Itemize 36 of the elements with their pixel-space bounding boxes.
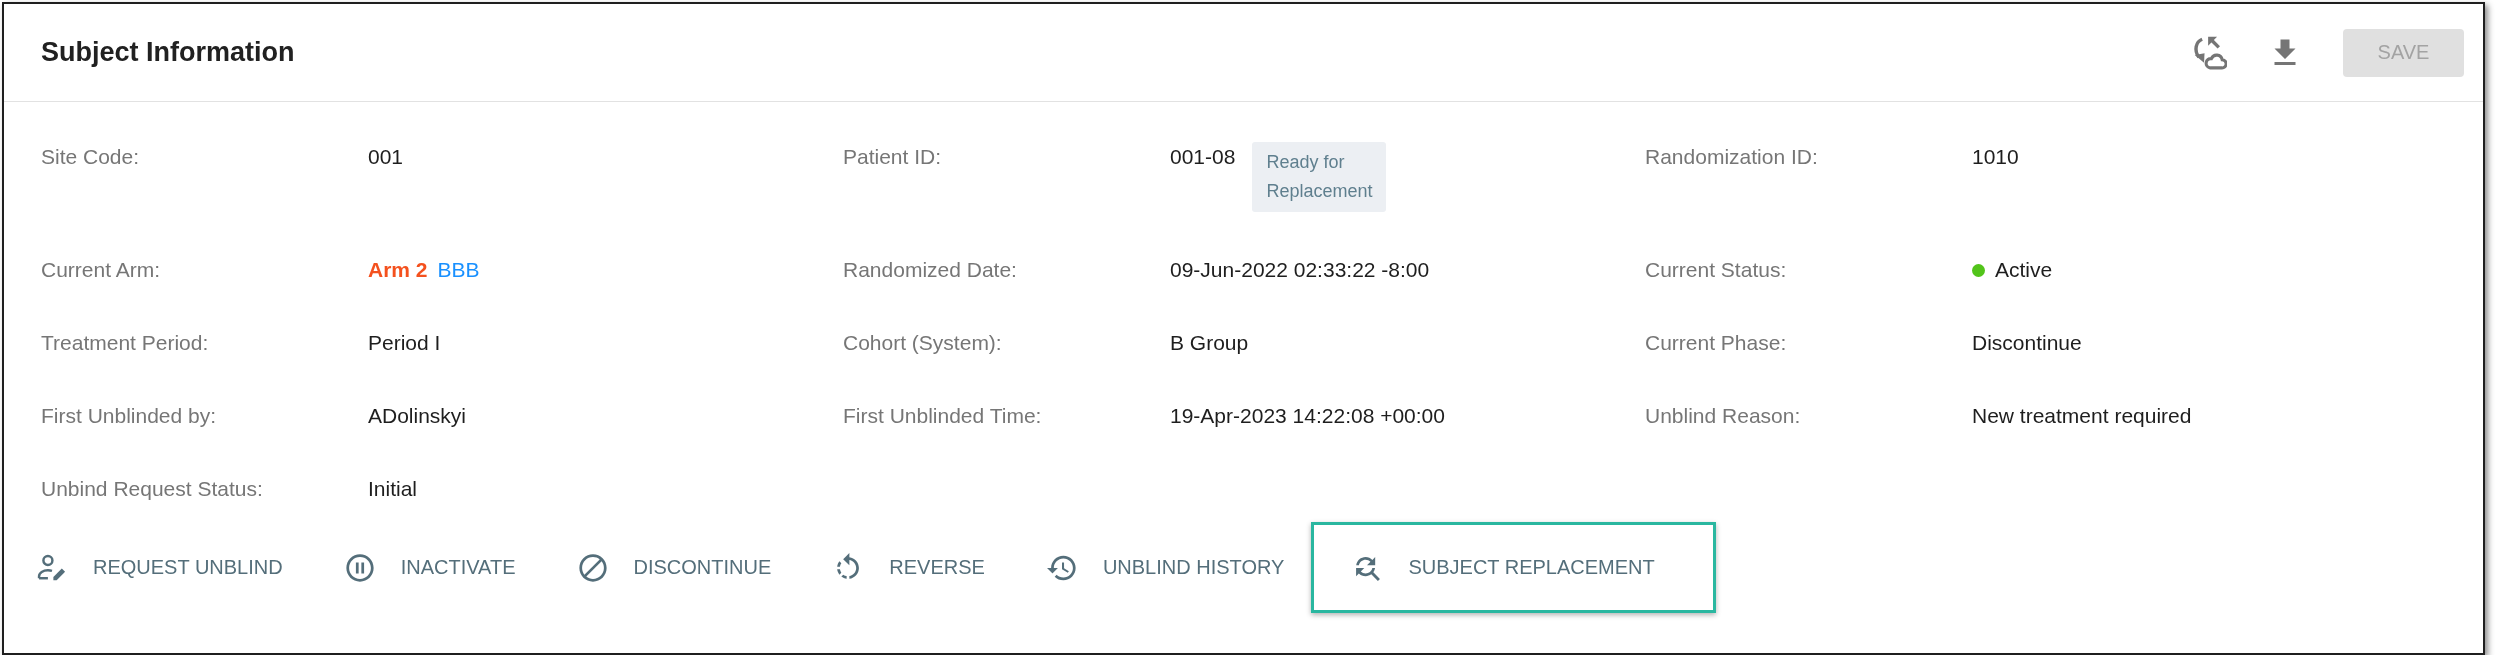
field-value: 09-Jun-2022 02:33:22 -8:00 xyxy=(1170,257,1430,283)
field-label: Cohort (System): xyxy=(843,330,1002,356)
field-label: Randomization ID: xyxy=(1645,144,1818,170)
field-value: 19-Apr-2023 14:22:08 +00:00 xyxy=(1170,403,1445,429)
action-button[interactable]: SUBJECT REPLACEMENT xyxy=(1311,522,1716,613)
field-value: Period I xyxy=(368,330,441,356)
field-label: Randomized Date: xyxy=(843,257,1017,283)
action-button[interactable]: INACTIVATE xyxy=(344,551,516,584)
action-button[interactable]: DISCONTINUE xyxy=(577,551,772,584)
arm-text: Arm 2 xyxy=(368,257,428,283)
field-value: 001 xyxy=(368,144,404,170)
field-label: Current Status: xyxy=(1645,257,1787,283)
status-badge: Ready for Replacement xyxy=(1252,142,1387,212)
field-label: Current Phase: xyxy=(1645,330,1787,356)
panel-title: Subject Information xyxy=(41,37,295,68)
field-value: ADolinskyi xyxy=(368,403,467,429)
prohibited-icon xyxy=(577,552,608,583)
field-label: Patient ID: xyxy=(843,144,942,170)
field-value: Active xyxy=(1995,257,2053,283)
field-value: 001-08 xyxy=(1170,144,1236,170)
field-value: B Group xyxy=(1170,330,1249,356)
field-label: First Unblinded by: xyxy=(41,403,217,429)
action-button[interactable]: REQUEST UNBLIND xyxy=(37,551,283,584)
field-value: Initial xyxy=(368,476,418,502)
field-label: Unbind Request Status: xyxy=(41,476,263,502)
person-pencil-icon xyxy=(37,552,67,583)
field-label: Current Arm: xyxy=(41,257,161,283)
field-label: Unblind Reason: xyxy=(1645,403,1801,429)
field-value: New treatment required xyxy=(1972,403,2192,429)
field-value: 1010 xyxy=(1972,144,2019,170)
arm-text: BBB xyxy=(437,257,480,283)
field-label: Site Code: xyxy=(41,144,140,170)
cloud-sync-icon[interactable] xyxy=(2191,34,2227,71)
field-value: Discontinue xyxy=(1972,330,2082,356)
field-label: First Unblinded Time: xyxy=(843,403,1042,429)
field-label: Treatment Period: xyxy=(41,330,209,356)
